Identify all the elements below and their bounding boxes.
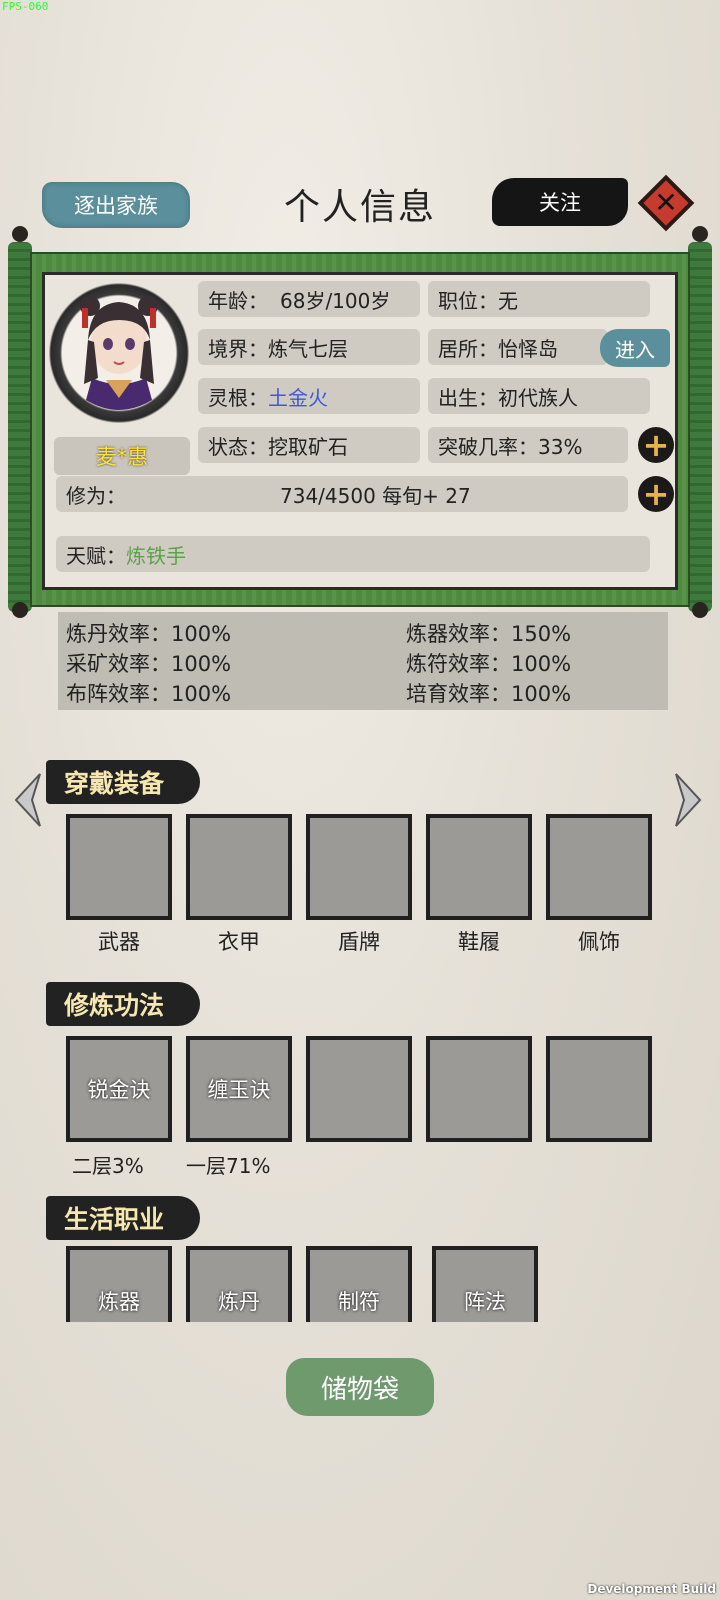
cultivation-plus-button[interactable]: + — [638, 476, 674, 512]
next-arrow-icon[interactable] — [674, 772, 704, 828]
scroll-knob — [692, 226, 708, 242]
forging-efficiency: 炼器效率：150% — [406, 622, 572, 646]
technique-slot[interactable]: 锐金诀 — [66, 1036, 172, 1142]
equipment-slot-armor[interactable] — [186, 814, 292, 920]
equipment-label: 武器 — [98, 930, 140, 954]
age-value: 68岁/100岁 — [280, 288, 391, 313]
technique-level: 二层3% — [72, 1154, 144, 1178]
technique-slot[interactable]: 缠玉诀 — [186, 1036, 292, 1142]
follow-button[interactable]: 关注 — [492, 178, 628, 226]
talent-field: 天赋： 炼铁手 — [56, 536, 650, 572]
scroll-knob — [692, 602, 708, 618]
equipment-label: 佩饰 — [578, 930, 620, 954]
spirit-root-value: 土金火 — [268, 385, 328, 410]
storage-bag-button[interactable]: 储物袋 — [286, 1358, 434, 1416]
scroll-knob — [12, 226, 28, 242]
origin-field: 出生：初代族人 — [428, 378, 650, 414]
technique-slot[interactable] — [306, 1036, 412, 1142]
profession-slot[interactable]: 制符 — [306, 1246, 412, 1322]
residence-field: 居所：怡怿岛 — [428, 329, 608, 365]
equipment-label: 盾牌 — [338, 930, 380, 954]
technique-slot[interactable] — [546, 1036, 652, 1142]
breakthrough-plus-button[interactable]: + — [638, 427, 674, 463]
development-build-label: Development Build — [587, 1582, 716, 1596]
character-name: 麦*惠 — [54, 437, 190, 475]
position-field: 职位：无 — [428, 281, 650, 317]
technique-level: 一层71% — [186, 1154, 271, 1178]
plus-icon: + — [642, 475, 670, 513]
equipment-slot-weapon[interactable] — [66, 814, 172, 920]
spirit-root-field: 灵根： 土金火 — [198, 378, 420, 414]
profession-slot[interactable]: 炼器 — [66, 1246, 172, 1322]
cultivation-field: 修为： 734/4500 每旬+ 27 — [56, 476, 628, 512]
cultivation-value: 734/4500 每旬+ 27 — [280, 483, 471, 508]
equipment-slot-boots[interactable] — [426, 814, 532, 920]
status-field: 状态：挖取矿石 — [198, 427, 420, 463]
equipment-slot-accessory[interactable] — [546, 814, 652, 920]
equipment-label: 衣甲 — [218, 930, 260, 954]
enter-residence-button[interactable]: 进入 — [600, 329, 670, 367]
section-professions: 生活职业 — [46, 1196, 200, 1240]
cultivation-label: 修为： — [66, 483, 126, 508]
close-icon: ✕ — [654, 186, 678, 219]
talent-value: 炼铁手 — [126, 543, 186, 568]
section-equipment: 穿戴装备 — [46, 760, 200, 804]
alchemy-efficiency: 炼丹效率：100% — [66, 622, 232, 646]
profession-slot[interactable]: 阵法 — [432, 1246, 538, 1322]
fps-counter: FPS-060 — [2, 0, 49, 13]
profession-slot[interactable]: 炼丹 — [186, 1246, 292, 1322]
age-field: 年龄： 68岁/100岁 — [198, 281, 420, 317]
scroll-rod-left — [8, 242, 32, 612]
cultivation-breeding-efficiency: 培育效率：100% — [406, 682, 572, 706]
talent-label: 天赋： — [66, 543, 126, 568]
mining-efficiency: 采矿效率：100% — [66, 652, 232, 676]
plus-icon: + — [642, 426, 670, 464]
section-techniques: 修炼功法 — [46, 982, 200, 1026]
prev-arrow-icon[interactable] — [12, 772, 42, 828]
realm-field: 境界：炼气七层 — [198, 329, 420, 365]
formation-efficiency: 布阵效率：100% — [66, 682, 232, 706]
equipment-slot-shield[interactable] — [306, 814, 412, 920]
talisman-efficiency: 炼符效率：100% — [406, 652, 572, 676]
spirit-root-label: 灵根： — [208, 385, 268, 410]
breakthrough-field: 突破几率：33% — [428, 427, 628, 463]
scroll-rod-right — [688, 242, 712, 612]
age-label: 年龄： — [208, 288, 268, 313]
equipment-label: 鞋履 — [458, 930, 500, 954]
character-avatar[interactable] — [46, 280, 192, 426]
technique-slot[interactable] — [426, 1036, 532, 1142]
scroll-knob — [12, 602, 28, 618]
